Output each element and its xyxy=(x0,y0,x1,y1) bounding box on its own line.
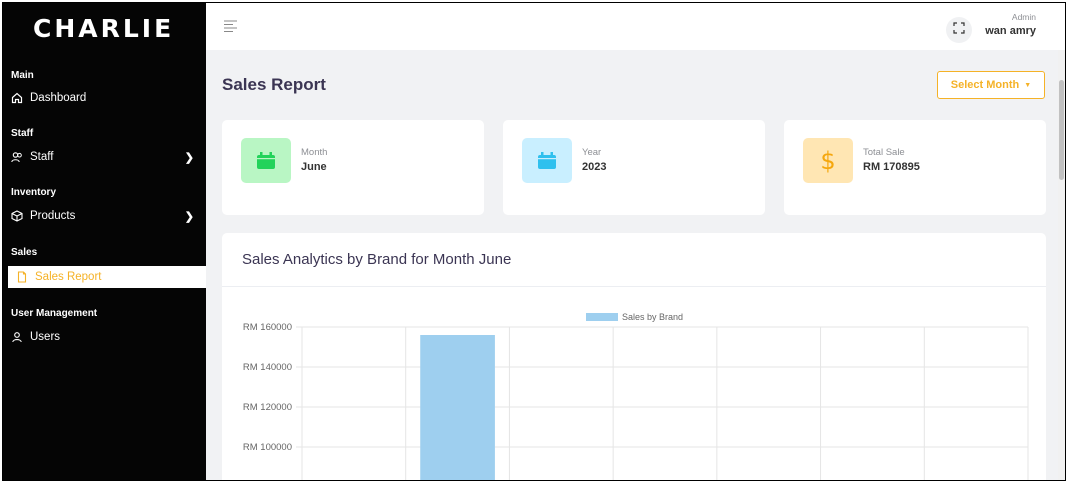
stat-value: RM 170895 xyxy=(863,161,920,173)
stat-label: Month xyxy=(301,147,328,158)
sidebar-section-sales: Sales xyxy=(11,247,38,258)
y-tick-label: RM 100000 xyxy=(243,442,292,453)
user-menu[interactable]: Admin wan amry xyxy=(985,12,1036,37)
file-icon xyxy=(16,271,28,283)
select-month-label: Select Month xyxy=(950,79,1020,91)
sidebar-item-label: Users xyxy=(30,331,61,343)
stat-card-year: Year 2023 xyxy=(503,120,765,215)
sidebar-section-staff: Staff xyxy=(11,128,34,139)
sidebar-item-products[interactable]: Products ❯ xyxy=(3,205,206,227)
app-window: CHARLIE Main Dashboard Staff Staff ❯ Inv… xyxy=(2,2,1066,481)
brand-logo[interactable]: CHARLIE xyxy=(3,3,206,53)
home-icon xyxy=(11,92,23,104)
sidebar-item-label: Staff xyxy=(30,151,54,163)
box-icon xyxy=(11,210,23,222)
page-title: Sales Report xyxy=(222,75,326,94)
sidebar-item-users[interactable]: Users xyxy=(3,326,206,348)
page-scrollbar[interactable] xyxy=(1058,50,1065,480)
chevron-right-icon: ❯ xyxy=(184,151,194,164)
y-tick-label: RM 160000 xyxy=(243,322,292,333)
topbar: Admin wan amry xyxy=(206,3,1065,50)
sales-analytics-card: Sales Analytics by Brand for Month June … xyxy=(222,233,1046,480)
bar-sales-by-brand xyxy=(420,335,495,480)
stat-value: 2023 xyxy=(582,161,607,173)
calendar-icon xyxy=(241,138,291,183)
sidebar-item-sales-report[interactable]: Sales Report xyxy=(8,266,206,288)
scrollbar-thumb[interactable] xyxy=(1059,80,1064,180)
sidebar-section-inventory: Inventory xyxy=(11,187,57,198)
caret-down-icon: ▼ xyxy=(1024,81,1032,89)
stat-label: Total Sale xyxy=(863,147,905,158)
expand-icon xyxy=(953,21,965,39)
sidebar-item-label: Sales Report xyxy=(35,271,102,283)
calendar-icon xyxy=(522,138,572,183)
chevron-right-icon: ❯ xyxy=(184,210,194,223)
fullscreen-button[interactable] xyxy=(946,17,972,43)
sales-bar-chart: Sales by Brand RM 160000 RM 140000 RM 12000… xyxy=(243,312,1029,480)
y-tick-label: RM 120000 xyxy=(243,402,292,413)
user-name: wan amry xyxy=(985,25,1036,37)
stat-value: June xyxy=(301,161,327,173)
stat-card-month: Month June xyxy=(222,120,484,215)
select-month-dropdown[interactable]: Select Month ▼ xyxy=(937,71,1045,99)
sidebar-section-user-management: User Management xyxy=(11,308,98,319)
legend-label: Sales by Brand xyxy=(622,312,683,322)
legend-swatch xyxy=(586,313,618,321)
sidebar-item-dashboard[interactable]: Dashboard xyxy=(3,87,206,109)
user-role: Admin xyxy=(1011,12,1036,22)
user-icon xyxy=(11,331,23,343)
sidebar-section-main: Main xyxy=(11,70,34,81)
menu-icon[interactable] xyxy=(224,19,238,32)
sidebar-item-label: Dashboard xyxy=(30,92,87,104)
dollar-icon: $ xyxy=(803,138,853,183)
sidebar-item-staff[interactable]: Staff ❯ xyxy=(3,146,206,168)
sidebar: CHARLIE Main Dashboard Staff Staff ❯ Inv… xyxy=(3,3,206,480)
stat-card-total-sale: $ Total Sale RM 170895 xyxy=(784,120,1046,215)
users-icon xyxy=(11,151,23,163)
sidebar-item-label: Products xyxy=(30,210,76,222)
stat-label: Year xyxy=(582,147,602,158)
y-tick-label: RM 140000 xyxy=(243,362,292,373)
